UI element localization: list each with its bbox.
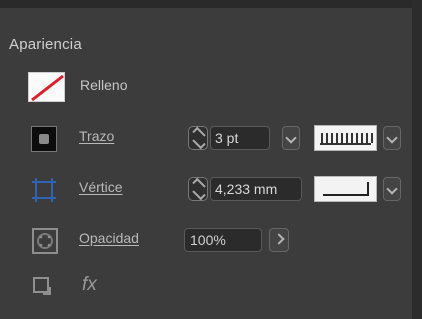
stroke-preview-dash [356, 133, 358, 143]
corner-preview-horizontal-line [323, 194, 369, 196]
opacity-label[interactable]: Opacidad [79, 230, 139, 246]
stroke-swatch-icon[interactable] [31, 126, 57, 152]
stroke-preview-dash [336, 133, 338, 143]
vertex-stepper[interactable] [188, 177, 208, 201]
stroke-preview-dash [321, 133, 323, 143]
top-strip [0, 0, 422, 8]
vertex-style-dropdown-button[interactable] [383, 177, 401, 201]
stroke-preview[interactable] [314, 125, 377, 151]
stroke-preview-dash [326, 133, 328, 143]
stroke-preview-dash [341, 133, 343, 143]
vertex-label[interactable]: Vértice [79, 179, 123, 195]
panel-title: Apariencia [9, 36, 82, 53]
fill-label: Relleno [80, 77, 128, 93]
stroke-preview-base [320, 143, 371, 145]
stroke-weight-dropdown-button[interactable] [282, 126, 300, 150]
stroke-stepper[interactable] [188, 126, 208, 150]
bottom-square-icon[interactable] [33, 277, 51, 295]
vertex-icon [32, 178, 56, 202]
fill-swatch-svg [31, 74, 64, 101]
right-strip [412, 0, 422, 319]
stroke-preview-dash [331, 133, 333, 143]
stroke-value-field[interactable]: 3 pt [210, 126, 270, 150]
vertex-value-field[interactable]: 4,233 mm [210, 177, 302, 201]
fill-swatch-icon[interactable] [28, 72, 65, 102]
appearance-panel: Apariencia Relleno Trazo 3 pt Vértice 4,… [0, 8, 412, 319]
opacity-field[interactable]: 100% [184, 228, 262, 252]
opacity-slider-arrow-button[interactable] [269, 228, 289, 252]
stroke-preview-dash [371, 133, 373, 143]
stroke-style-dropdown-button[interactable] [383, 126, 401, 150]
opacity-icon [32, 228, 58, 254]
corner-preview[interactable] [314, 176, 377, 202]
stroke-preview-dash [346, 133, 348, 143]
stroke-label[interactable]: Trazo [79, 128, 114, 144]
fx-icon[interactable]: fx [82, 274, 97, 296]
stroke-preview-dash [351, 133, 353, 143]
stroke-preview-dash [361, 133, 363, 143]
stroke-preview-dash [366, 133, 368, 143]
